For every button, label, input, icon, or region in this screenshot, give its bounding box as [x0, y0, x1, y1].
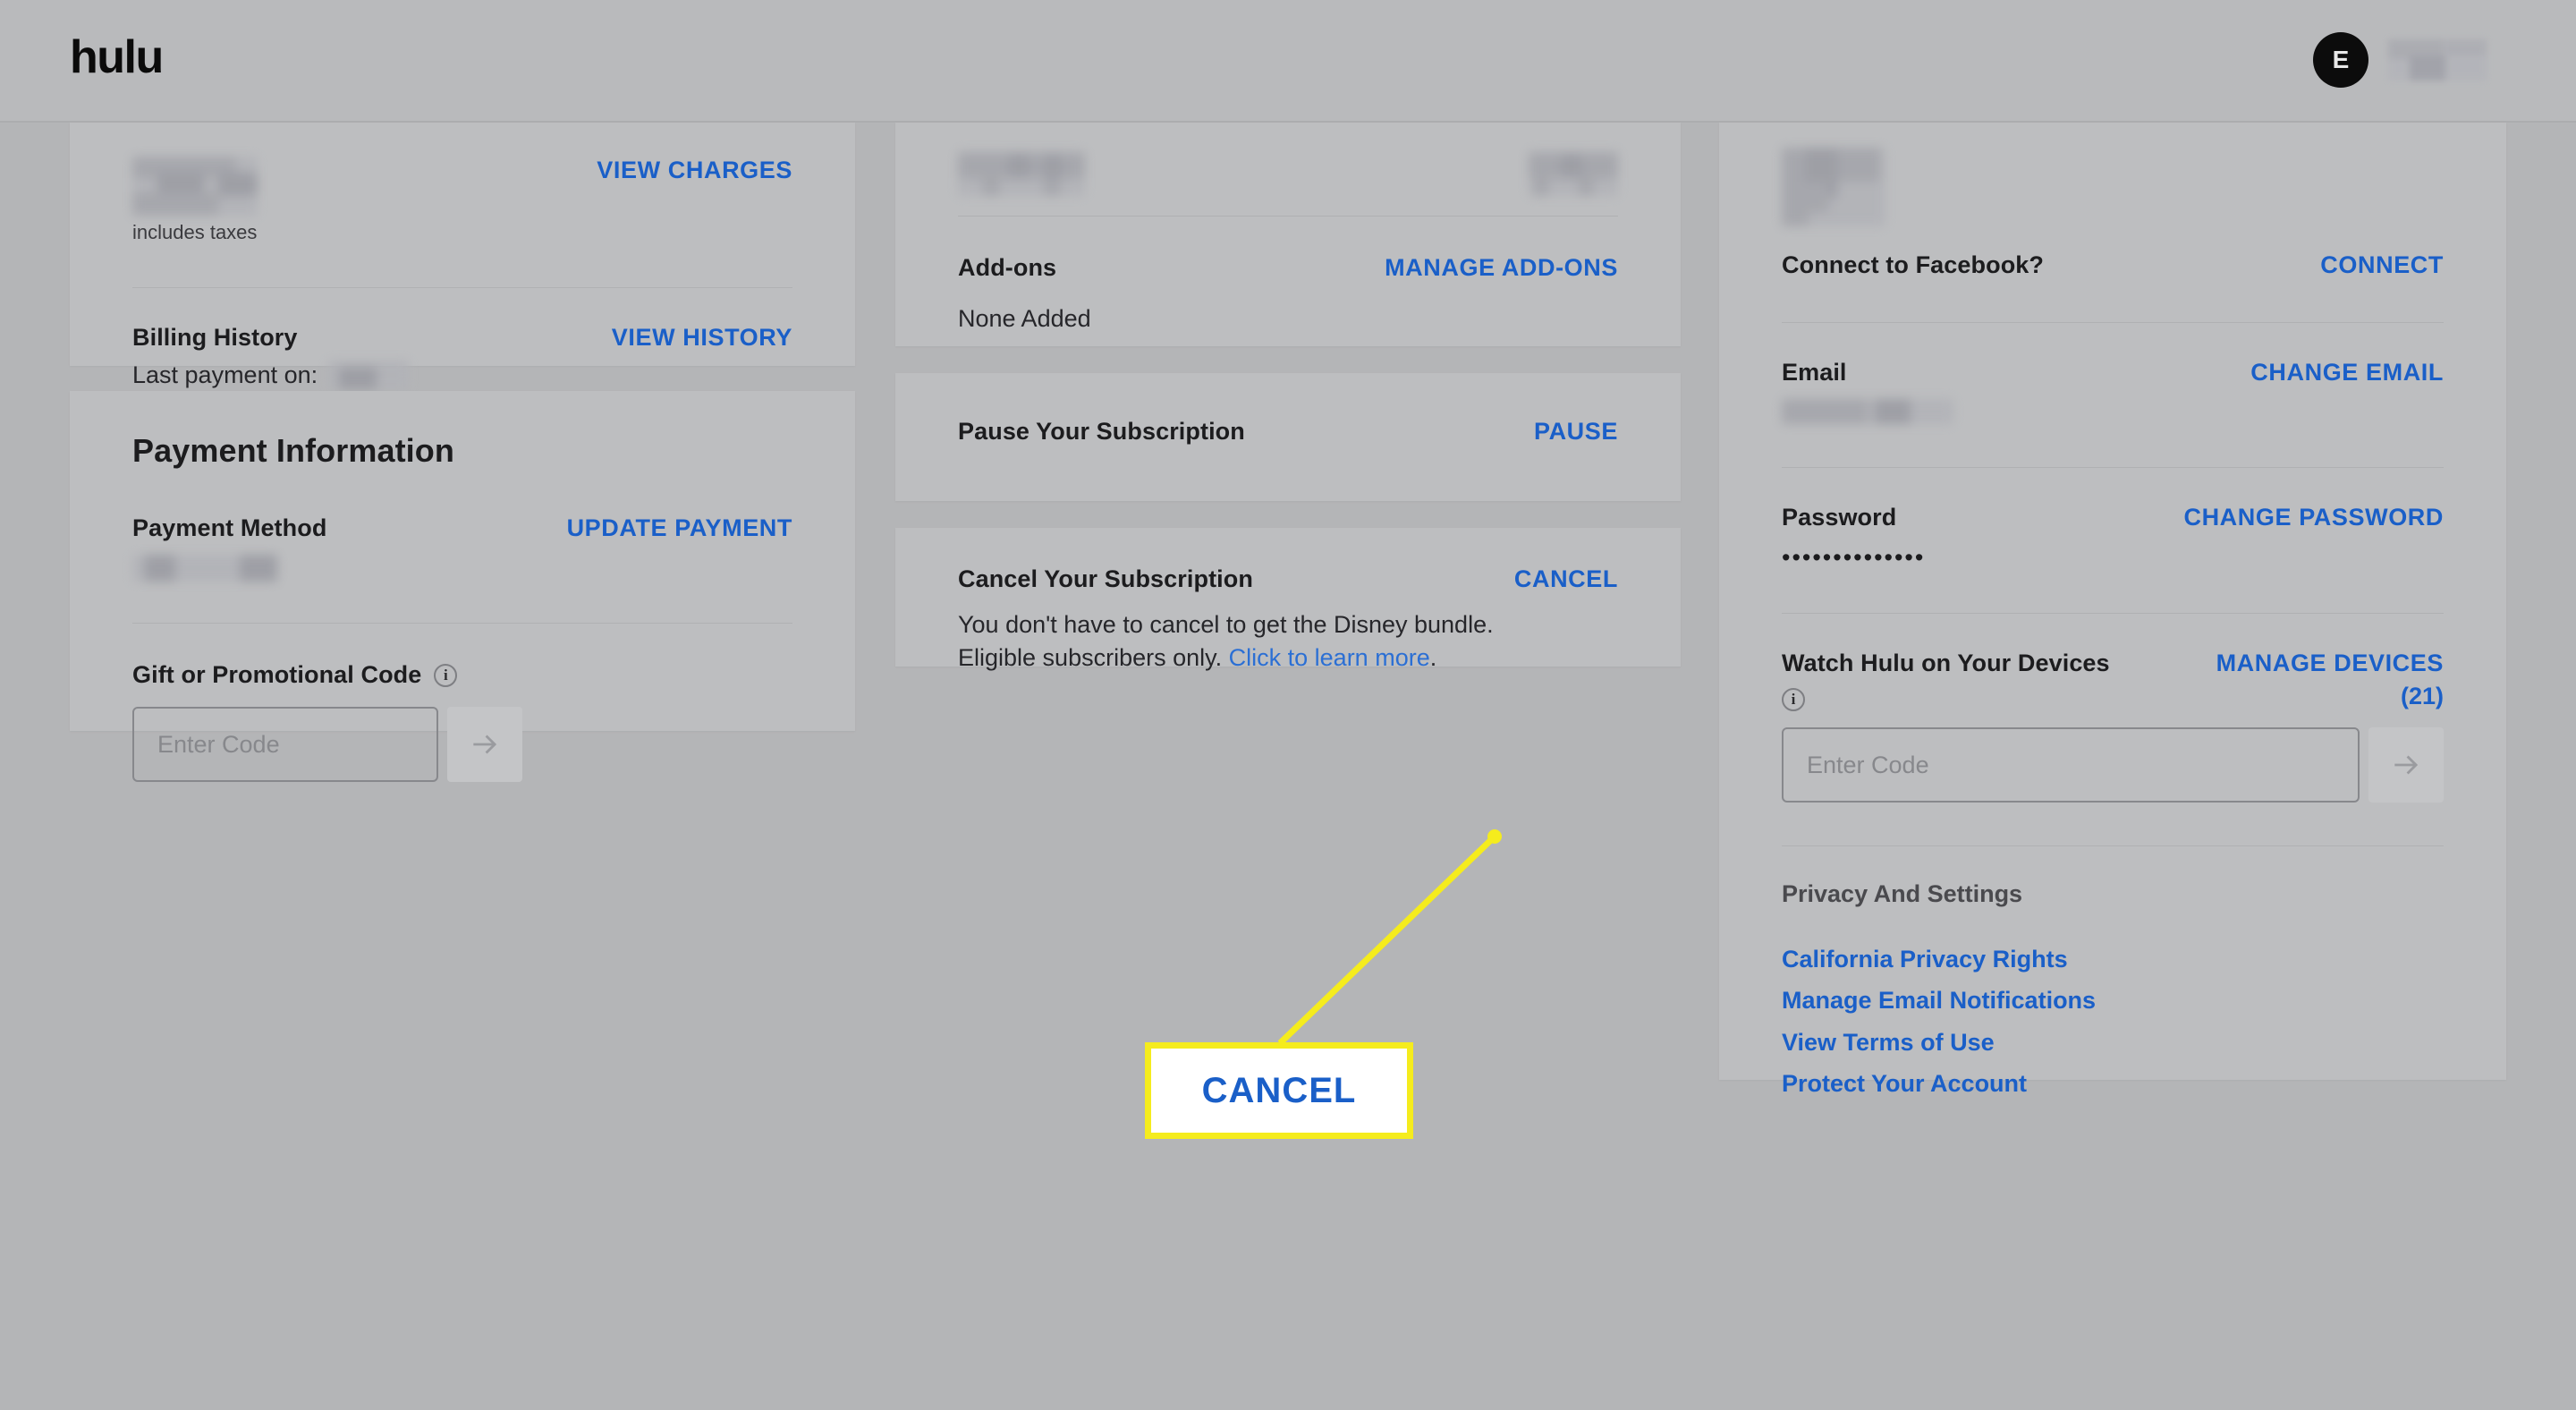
pause-subscription-card: Pause Your Subscription PAUSE: [895, 373, 1681, 501]
payment-information-title: Payment Information: [132, 432, 454, 469]
cancel-link[interactable]: CANCEL: [1514, 565, 1618, 593]
cancel-body-suffix: .: [1429, 644, 1437, 671]
redacted-account-info: [1782, 148, 1885, 226]
cancel-subscription-card: Cancel Your Subscription CANCEL You don'…: [895, 528, 1681, 671]
privacy-settings-title: Privacy And Settings: [1782, 880, 2023, 907]
update-payment-link[interactable]: UPDATE PAYMENT: [567, 514, 792, 542]
redacted-payment-method: [132, 555, 277, 582]
subscription-card: Add-ons MANAGE ADD-ONS None Added: [895, 123, 1681, 346]
devices-label: Watch Hulu on Your Devices: [1782, 650, 2110, 676]
change-password-link[interactable]: CHANGE PASSWORD: [2183, 504, 2444, 531]
redacted-plan-price: [132, 157, 258, 216]
info-icon[interactable]: i: [1782, 688, 1805, 711]
annotation-callout-label: CANCEL: [1201, 1070, 1357, 1110]
column-right: Connect to Facebook? CONNECT Email CHANG…: [1719, 123, 2506, 1097]
redacted-email-value: [1782, 399, 1953, 424]
header-account-area: E: [2313, 32, 2487, 88]
annotation-callout-box: CANCEL: [1145, 1042, 1413, 1139]
addons-label: Add-ons: [958, 254, 1057, 281]
redacted-account-name: [2388, 39, 2487, 81]
cancel-body-line2: Eligible subscribers only. Click to lear…: [958, 644, 1618, 672]
device-code-input[interactable]: [1782, 727, 2360, 803]
payment-information-card: Payment Information Payment Method UPDAT…: [70, 391, 855, 782]
facebook-label: Connect to Facebook?: [1782, 251, 2045, 278]
billing-summary-card: VIEW CHARGES includes taxes Billing Hist…: [70, 123, 855, 389]
avatar[interactable]: E: [2313, 32, 2368, 88]
info-icon[interactable]: i: [434, 663, 458, 687]
connect-facebook-link[interactable]: CONNECT: [2320, 251, 2444, 279]
addons-value: None Added: [958, 305, 1091, 332]
device-code-submit-button[interactable]: [2368, 727, 2444, 803]
privacy-link-california[interactable]: California Privacy Rights: [1782, 939, 2444, 980]
includes-taxes-note: includes taxes: [132, 221, 258, 243]
arrow-right-icon: [473, 735, 497, 754]
column-left: VIEW CHARGES includes taxes Billing Hist…: [70, 123, 855, 782]
redacted-plan-name: [958, 151, 1085, 196]
redacted-last-payment-date: [328, 361, 410, 389]
arrow-right-icon: [2394, 755, 2419, 775]
last-payment-label: Last payment on:: [132, 361, 318, 388]
billing-history-label: Billing History: [132, 324, 298, 351]
column-middle: Add-ons MANAGE ADD-ONS None Added Pause …: [895, 123, 1681, 671]
view-charges-link[interactable]: VIEW CHARGES: [597, 157, 792, 184]
account-columns: VIEW CHARGES includes taxes Billing Hist…: [0, 123, 2576, 1410]
promo-code-label: Gift or Promotional Code: [132, 661, 422, 688]
account-card: Connect to Facebook? CONNECT Email CHANG…: [1719, 123, 2506, 1097]
manage-addons-link[interactable]: MANAGE ADD-ONS: [1385, 254, 1618, 282]
privacy-link-email-notifications[interactable]: Manage Email Notifications: [1782, 980, 2444, 1021]
privacy-link-protect-account[interactable]: Protect Your Account: [1782, 1063, 2444, 1104]
promo-submit-button[interactable]: [447, 707, 522, 782]
hulu-logo[interactable]: hulu: [70, 34, 164, 81]
password-masked-value: ••••••••••••••: [1782, 544, 1926, 571]
cancel-body-prefix: Eligible subscribers only.: [958, 644, 1229, 671]
learn-more-link[interactable]: Click to learn more: [1229, 644, 1430, 671]
promo-code-input[interactable]: [132, 707, 438, 782]
cancel-body-line1: You don't have to cancel to get the Disn…: [958, 611, 1494, 638]
pause-link[interactable]: PAUSE: [1534, 418, 1618, 446]
privacy-link-terms[interactable]: View Terms of Use: [1782, 1022, 2444, 1063]
cancel-subscription-title: Cancel Your Subscription: [958, 565, 1253, 592]
payment-method-label: Payment Method: [132, 514, 327, 541]
change-email-link[interactable]: CHANGE EMAIL: [2250, 359, 2444, 386]
redacted-plan-status: [1529, 151, 1618, 196]
email-label: Email: [1782, 359, 1847, 386]
manage-devices-link[interactable]: MANAGE DEVICES: [2216, 650, 2444, 677]
view-history-link[interactable]: VIEW HISTORY: [612, 324, 792, 352]
password-label: Password: [1782, 504, 1897, 531]
app-header: hulu E: [0, 0, 2576, 123]
pause-subscription-title: Pause Your Subscription: [958, 418, 1245, 445]
devices-count: (21): [2400, 683, 2444, 709]
